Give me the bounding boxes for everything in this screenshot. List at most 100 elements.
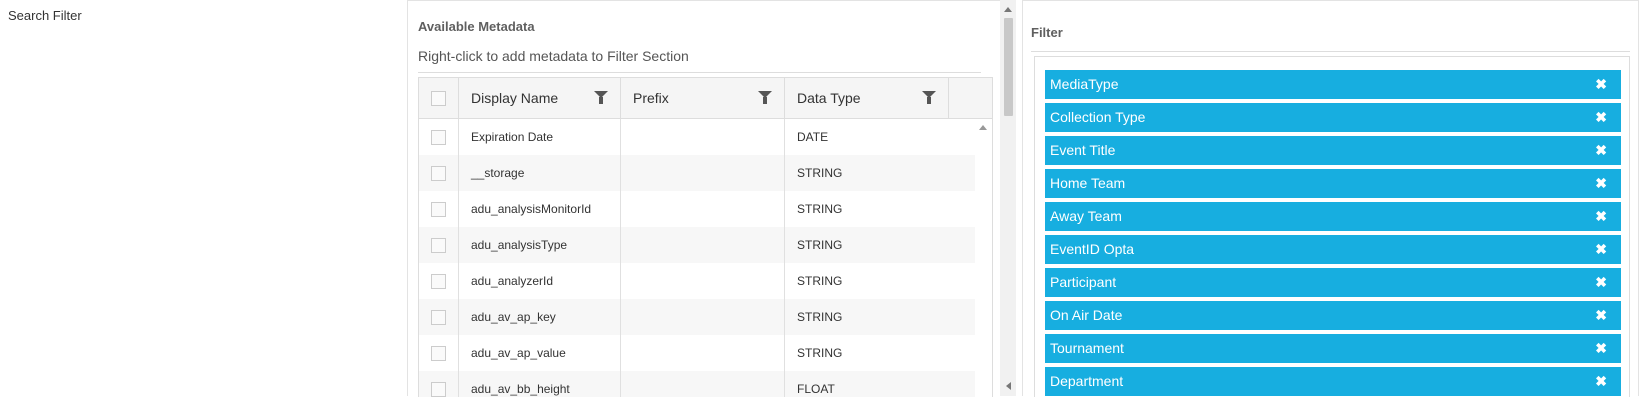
- cell-data-type: STRING: [785, 263, 949, 299]
- chip-label: Away Team: [1050, 208, 1122, 224]
- search-filter-label: Search Filter: [8, 8, 82, 23]
- remove-icon[interactable]: ✖: [1595, 334, 1607, 363]
- filter-chip[interactable]: Collection Type ✖: [1045, 103, 1621, 132]
- remove-icon[interactable]: ✖: [1595, 202, 1607, 231]
- remove-icon[interactable]: ✖: [1595, 367, 1607, 396]
- scrollbar-thumb[interactable]: [1004, 18, 1013, 116]
- divider: [1031, 51, 1630, 52]
- filter-chip-list: MediaType ✖ Collection Type ✖ Event Title ✖…: [1034, 56, 1630, 397]
- cell-text: STRING: [797, 274, 843, 288]
- row-checkbox[interactable]: [431, 346, 446, 361]
- header-prefix[interactable]: Prefix: [621, 78, 785, 118]
- table-row[interactable]: __storage STRING: [419, 155, 975, 191]
- chip-label: Participant: [1050, 274, 1117, 290]
- row-select-cell: [419, 227, 459, 263]
- cell-text: adu_av_bb_height: [471, 382, 570, 396]
- chip-label: MediaType: [1050, 76, 1119, 92]
- filter-chip[interactable]: Away Team ✖: [1045, 202, 1621, 231]
- scroll-up-icon[interactable]: [1004, 7, 1012, 12]
- cell-text: adu_analysisType: [471, 238, 568, 252]
- cell-text: adu_analyzerId: [471, 274, 554, 288]
- table-row[interactable]: Expiration Date DATE: [419, 119, 975, 155]
- filter-funnel-icon[interactable]: [922, 91, 936, 104]
- row-checkbox[interactable]: [431, 130, 446, 145]
- cell-display-name: adu_av_ap_key: [459, 299, 621, 335]
- header-data-type[interactable]: Data Type: [785, 78, 949, 118]
- cell-display-name: adu_analyzerId: [459, 263, 621, 299]
- metadata-hint: Right-click to add metadata to Filter Se…: [418, 48, 689, 64]
- cell-prefix: [621, 299, 785, 335]
- row-checkbox[interactable]: [431, 274, 446, 289]
- row-select-cell: [419, 191, 459, 227]
- table-row[interactable]: adu_analysisMonitorId STRING: [419, 191, 975, 227]
- filter-chip[interactable]: Tournament ✖: [1045, 334, 1621, 363]
- metadata-grid: Display Name Prefix Data Type Expiration…: [418, 77, 993, 397]
- table-row[interactable]: adu_analyzerId STRING: [419, 263, 975, 299]
- cell-prefix: [621, 371, 785, 397]
- table-row[interactable]: adu_av_bb_height FLOAT: [419, 371, 975, 397]
- chip-label: Home Team: [1050, 175, 1126, 191]
- row-checkbox[interactable]: [431, 202, 446, 217]
- filter-title: Filter: [1031, 25, 1063, 40]
- row-select-cell: [419, 371, 459, 397]
- row-checkbox[interactable]: [431, 310, 446, 325]
- cell-data-type: STRING: [785, 227, 949, 263]
- remove-icon[interactable]: ✖: [1595, 301, 1607, 330]
- cell-display-name: adu_analysisMonitorId: [459, 191, 621, 227]
- cell-data-type: STRING: [785, 335, 949, 371]
- cell-text: STRING: [797, 310, 843, 324]
- filter-chip[interactable]: On Air Date ✖: [1045, 301, 1621, 330]
- filter-chip[interactable]: Department ✖: [1045, 367, 1621, 396]
- table-row[interactable]: adu_analysisType STRING: [419, 227, 975, 263]
- divider: [418, 72, 981, 73]
- filter-chip[interactable]: Home Team ✖: [1045, 169, 1621, 198]
- grid-scrollbar[interactable]: [975, 119, 992, 397]
- header-data-type-label: Data Type: [797, 90, 861, 106]
- filter-funnel-icon[interactable]: [594, 91, 608, 104]
- cell-prefix: [621, 335, 785, 371]
- table-row[interactable]: adu_av_ap_key STRING: [419, 299, 975, 335]
- remove-icon[interactable]: ✖: [1595, 268, 1607, 297]
- filter-funnel-icon[interactable]: [758, 91, 772, 104]
- cell-prefix: [621, 119, 785, 155]
- row-checkbox[interactable]: [431, 238, 446, 253]
- panel-scrollbar[interactable]: [1000, 0, 1016, 396]
- remove-icon[interactable]: ✖: [1595, 235, 1607, 264]
- filter-panel: Filter MediaType ✖ Collection Type ✖ Event…: [1022, 0, 1639, 397]
- header-select-all-cell: [419, 78, 459, 118]
- select-all-checkbox[interactable]: [431, 91, 446, 106]
- filter-chip[interactable]: Event Title ✖: [1045, 136, 1621, 165]
- header-display-name-label: Display Name: [471, 90, 559, 106]
- cell-display-name: __storage: [459, 155, 621, 191]
- chip-label: On Air Date: [1050, 307, 1123, 323]
- remove-icon[interactable]: ✖: [1595, 70, 1607, 99]
- cell-text: adu_av_ap_key: [471, 310, 556, 324]
- chip-label: Collection Type: [1050, 109, 1146, 125]
- header-display-name[interactable]: Display Name: [459, 78, 621, 118]
- cell-text: Expiration Date: [471, 130, 554, 144]
- cell-text: FLOAT: [797, 382, 835, 396]
- cell-text: STRING: [797, 202, 843, 216]
- cell-data-type: FLOAT: [785, 371, 949, 397]
- row-checkbox[interactable]: [431, 166, 446, 181]
- cell-text: adu_analysisMonitorId: [471, 202, 592, 216]
- remove-icon[interactable]: ✖: [1595, 136, 1607, 165]
- grid-header: Display Name Prefix Data Type: [419, 78, 992, 119]
- scroll-left-icon[interactable]: [1006, 382, 1011, 390]
- available-metadata-title: Available Metadata: [418, 19, 535, 34]
- remove-icon[interactable]: ✖: [1595, 169, 1607, 198]
- scroll-up-icon[interactable]: [979, 125, 987, 130]
- row-select-cell: [419, 119, 459, 155]
- table-row[interactable]: adu_av_ap_value STRING: [419, 335, 975, 371]
- cell-display-name: adu_av_bb_height: [459, 371, 621, 397]
- cell-data-type: STRING: [785, 191, 949, 227]
- cell-text: DATE: [797, 130, 829, 144]
- filter-chip[interactable]: EventID Opta ✖: [1045, 235, 1621, 264]
- cell-prefix: [621, 227, 785, 263]
- filter-chip[interactable]: MediaType ✖: [1045, 70, 1621, 99]
- row-checkbox[interactable]: [431, 382, 446, 397]
- filter-chip[interactable]: Participant ✖: [1045, 268, 1621, 297]
- chip-label: Department: [1050, 373, 1124, 389]
- row-select-cell: [419, 335, 459, 371]
- remove-icon[interactable]: ✖: [1595, 103, 1607, 132]
